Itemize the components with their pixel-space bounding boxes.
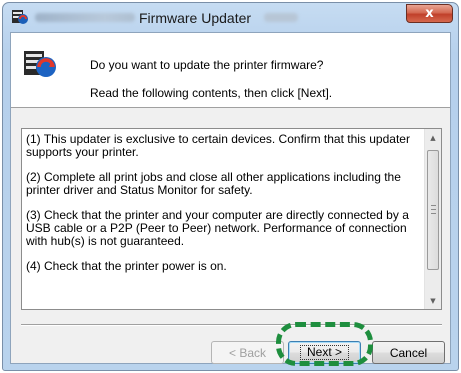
update-prompt: Do you want to update the printer firmwa… xyxy=(90,58,324,72)
information-textbox[interactable]: (1) This updater is exclusive to certain… xyxy=(21,128,442,310)
blurred-title-prefix xyxy=(35,13,135,22)
cancel-button[interactable]: Cancel xyxy=(372,341,445,364)
printer-update-icon xyxy=(12,10,28,24)
firmware-updater-window: Firmware Updater x Do you want to update… xyxy=(2,2,459,371)
info-item: (3) Check that the printer and your comp… xyxy=(26,208,409,248)
dialog-client-area: Do you want to update the printer firmwa… xyxy=(10,32,451,364)
scrollbar-thumb[interactable] xyxy=(427,150,439,270)
info-item: (4) Check that the printer power is on. xyxy=(26,259,227,273)
instruction-text: Read the following contents, then click … xyxy=(90,86,333,100)
info-item: (2) Complete all print jobs and close al… xyxy=(26,170,401,197)
title-bar[interactable]: Firmware Updater x xyxy=(3,3,458,31)
next-button-highlight xyxy=(276,322,373,366)
chevron-down-icon[interactable]: ▼ xyxy=(425,292,441,309)
blurred-title-version xyxy=(264,13,298,22)
close-icon: x xyxy=(425,6,434,21)
back-button[interactable]: < Back xyxy=(211,341,284,364)
window-title: Firmware Updater xyxy=(139,10,252,26)
grip-icon xyxy=(431,205,436,214)
printer-update-icon xyxy=(24,51,56,77)
close-button[interactable]: x xyxy=(406,4,453,23)
dialog-header: Do you want to update the printer firmwa… xyxy=(11,33,450,108)
chevron-up-icon[interactable]: ▲ xyxy=(425,129,441,146)
information-content: (1) This updater is exclusive to certain… xyxy=(26,133,420,285)
info-item: (1) This updater is exclusive to certain… xyxy=(26,132,410,159)
divider xyxy=(21,324,442,326)
vertical-scrollbar[interactable]: ▲ ▼ xyxy=(424,129,441,309)
